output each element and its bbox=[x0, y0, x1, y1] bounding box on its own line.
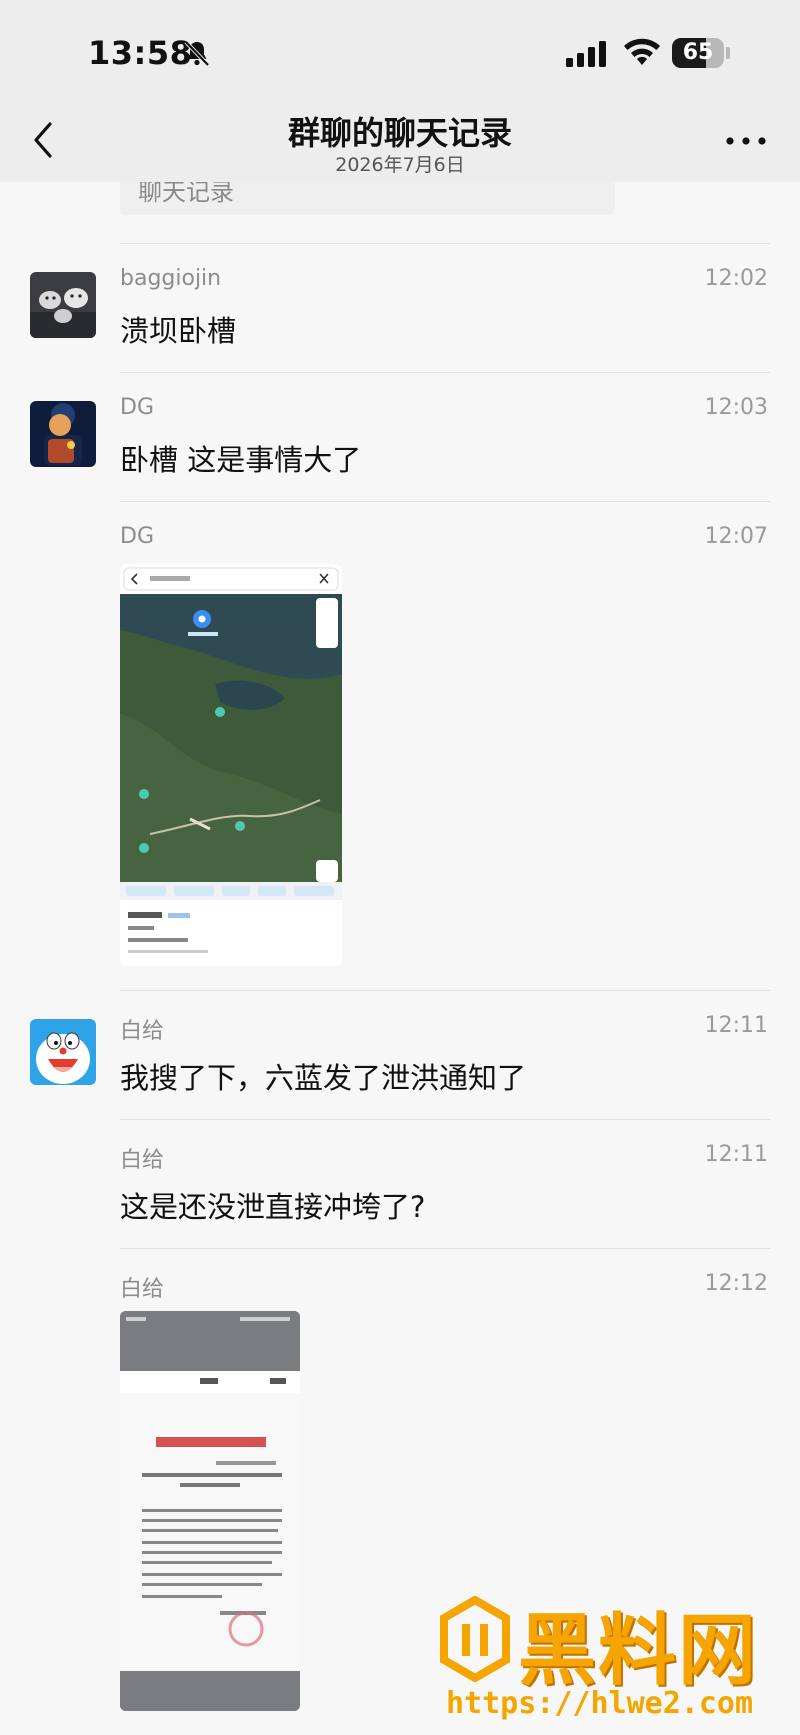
sender-name: DG bbox=[120, 395, 154, 420]
flood-notice-screenshot-image[interactable] bbox=[120, 1311, 300, 1711]
map-screenshot-image[interactable] bbox=[120, 564, 342, 966]
avatar[interactable] bbox=[30, 401, 96, 467]
divider bbox=[120, 501, 770, 502]
divider bbox=[120, 1248, 770, 1249]
message-time: 12:11 bbox=[704, 1142, 768, 1167]
watermark: 黑料网 https://hlwe2.com bbox=[436, 1590, 776, 1730]
battery-icon: 65 bbox=[672, 38, 724, 68]
avatar[interactable] bbox=[30, 272, 96, 338]
nav-bar: 群聊的聊天记录 2026年7月6日 bbox=[0, 100, 800, 182]
message-item: 白给 12:11 我搜了下，六蓝发了泄洪通知了 bbox=[0, 1013, 800, 1123]
watermark-url: https://hlwe2.com bbox=[446, 1686, 754, 1721]
message-item: DG 12:07 bbox=[0, 524, 800, 966]
message-time: 12:07 bbox=[704, 524, 768, 549]
avatar-image bbox=[30, 1019, 96, 1085]
sender-name: 白给 bbox=[120, 1019, 165, 1044]
avatar-image bbox=[30, 401, 96, 467]
avatar-image bbox=[30, 272, 96, 338]
avatar[interactable] bbox=[30, 1019, 96, 1085]
map-screenshot bbox=[120, 564, 342, 966]
notice-screenshot bbox=[120, 1311, 300, 1711]
more-dots-icon[interactable] bbox=[722, 124, 770, 158]
bell-muted-icon bbox=[184, 40, 210, 67]
message-time: 12:02 bbox=[704, 266, 768, 291]
status-time: 13:58 bbox=[88, 34, 193, 72]
message-time: 12:03 bbox=[704, 395, 768, 420]
message-text[interactable]: 溃坝卧槽 bbox=[120, 308, 236, 350]
divider bbox=[120, 1119, 770, 1120]
message-item: 白给 12:11 这是还没泄直接冲垮了? bbox=[0, 1142, 800, 1252]
page-subtitle-date: 2026年7月6日 bbox=[335, 154, 465, 176]
message-item: baggiojin 12:02 溃坝卧槽 bbox=[0, 266, 800, 376]
sender-name: baggiojin bbox=[120, 266, 222, 291]
battery-level: 65 bbox=[682, 40, 714, 65]
cellular-signal-icon bbox=[566, 41, 606, 67]
sender-name: 白给 bbox=[120, 1148, 165, 1173]
divider bbox=[120, 243, 770, 244]
message-item: DG 12:03 卧槽 这是事情大了 bbox=[0, 395, 800, 505]
sender-name: 白给 bbox=[120, 1277, 165, 1302]
status-bar: 13:58 65 bbox=[0, 0, 800, 100]
message-time: 12:12 bbox=[704, 1271, 768, 1296]
battery-cap bbox=[726, 47, 730, 59]
wifi-icon bbox=[624, 38, 660, 65]
chevron-left-icon[interactable] bbox=[22, 114, 66, 166]
sender-name: DG bbox=[120, 524, 154, 549]
divider bbox=[120, 372, 770, 373]
message-text[interactable]: 我搜了下，六蓝发了泄洪通知了 bbox=[120, 1055, 526, 1097]
divider bbox=[120, 990, 770, 991]
page-title: 群聊的聊天记录 bbox=[287, 114, 512, 152]
message-text[interactable]: 卧槽 这是事情大了 bbox=[120, 437, 361, 479]
watermark-title: 黑料网 bbox=[518, 1606, 759, 1696]
message-time: 12:11 bbox=[704, 1013, 768, 1038]
message-text[interactable]: 这是还没泄直接冲垮了? bbox=[120, 1184, 425, 1226]
watermark-logo-icon bbox=[440, 1596, 510, 1682]
